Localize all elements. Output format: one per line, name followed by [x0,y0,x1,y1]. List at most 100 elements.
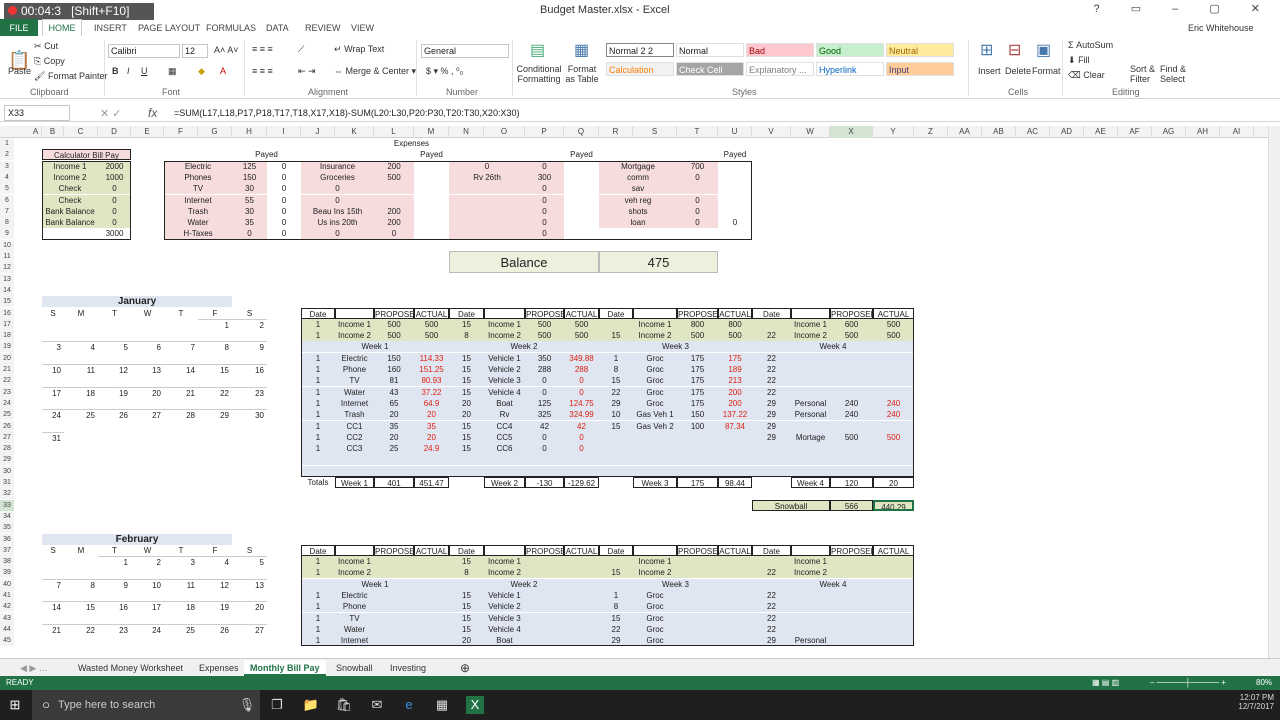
column-header[interactable]: J [301,126,335,138]
calendar-date[interactable]: 4 [198,556,232,567]
week-total-label[interactable]: Week 3 [633,477,677,488]
column-header[interactable]: T [677,126,718,138]
cell-style-option[interactable]: Good [816,43,884,57]
paste-button[interactable]: Paste [8,66,31,76]
payed-label[interactable]: Payed [232,149,301,160]
calendar-date[interactable] [42,556,64,567]
tab-insert[interactable]: INSERT [94,23,127,33]
row-header[interactable]: 19 [0,341,14,353]
calendar-date[interactable]: 25 [164,623,198,635]
tab-file[interactable]: FILE [0,19,38,37]
tab-view[interactable]: VIEW [351,23,374,33]
row-header[interactable]: 22 [0,375,14,387]
column-header[interactable]: Y [873,126,914,138]
calendar-date[interactable]: 12 [198,578,232,590]
calendar-date[interactable]: 11 [164,578,198,590]
format-button[interactable]: Format [1032,66,1061,76]
calendar-date[interactable] [131,319,164,330]
calendar-date[interactable]: 16 [98,601,131,612]
cell-style-option[interactable]: Check Cell [676,62,744,76]
format-cells-icon[interactable]: ▣ [1036,40,1051,60]
column-header[interactable]: AI [1220,126,1254,138]
column-header[interactable]: W [791,126,830,138]
clear-button[interactable]: ⌫ Clear [1068,70,1105,81]
column-header[interactable]: C [64,126,98,138]
file-explorer-icon[interactable]: 📁 [302,696,320,714]
calendar-date[interactable]: 7 [164,341,198,352]
conditional-formatting-button[interactable]: Conditional Formatting [516,64,562,84]
column-header[interactable]: X [830,126,873,138]
row-header[interactable]: 30 [0,465,14,477]
calendar-date[interactable]: 23 [98,623,131,635]
calendar-date[interactable]: 15 [198,364,232,375]
column-header[interactable]: AG [1152,126,1186,138]
fill-button[interactable]: ⬇ Fill [1068,55,1090,66]
find-select-button[interactable]: Find & Select [1160,64,1190,84]
column-header[interactable]: AB [982,126,1016,138]
column-header[interactable]: M [414,126,449,138]
bold-button[interactable]: B [112,66,119,76]
column-header[interactable]: Z [914,126,948,138]
row-header[interactable]: 31 [0,477,14,488]
row-header[interactable]: 29 [0,454,14,466]
insert-button[interactable]: Insert [978,66,1001,76]
insert-function-icon[interactable]: fx [148,106,157,120]
totals-label[interactable]: Totals [301,477,335,488]
calendar-date[interactable]: 30 [232,409,267,420]
calendar-date[interactable]: 8 [64,578,98,590]
calendar-date[interactable]: 15 [64,601,98,612]
calendar-date[interactable]: 14 [164,364,198,375]
wrap-text-button[interactable]: ↵ Wrap Text [334,44,384,55]
calendar-date[interactable] [98,319,131,330]
cut-button[interactable]: ✂ Cut [34,41,58,52]
italic-button[interactable]: I [127,66,130,76]
column-header[interactable]: O [484,126,525,138]
column-header[interactable]: AE [1084,126,1118,138]
tab-home[interactable]: HOME [42,19,82,37]
worksheet-grid[interactable]: A B C D E F G H I J K L M N O P Q R S T U V W X Y Z AA AB AC AD AE AF AG… [0,126,1268,658]
underline-button[interactable]: U [141,66,148,76]
format-painter-button[interactable]: 🖌 Format Painter [34,71,107,82]
row-header[interactable]: 25 [0,409,14,421]
calc-title[interactable]: Calculator Bill Pay [42,149,131,161]
row-header[interactable]: 17 [0,318,14,330]
column-header[interactable]: H [232,126,267,138]
row-header[interactable]: 36 [0,533,14,545]
align-left-icon[interactable]: ≡ ≡ ≡ [252,66,273,76]
calendar-date[interactable]: 10 [131,578,164,590]
excel-icon[interactable]: X [466,696,484,714]
week-total-actual[interactable]: 98.44 [718,477,752,488]
tab-data[interactable]: DATA [266,23,289,33]
calendar-day-header[interactable]: T [98,545,131,556]
sheet-tab[interactable]: Investing [384,660,432,676]
row-header[interactable]: 28 [0,443,14,455]
sheet-tab[interactable]: Expenses [193,660,245,676]
calendar-date[interactable] [64,319,98,330]
tab-review[interactable]: REVIEW [305,23,341,33]
sort-filter-button[interactable]: Sort & Filter [1130,64,1160,84]
edge-icon[interactable]: e [400,696,418,714]
add-sheet-icon[interactable]: ⊕ [454,660,476,676]
calendar-date[interactable] [42,319,64,330]
calendar-date[interactable]: 4 [64,341,98,352]
calendar-day-header[interactable]: T [164,545,198,556]
calendar-date[interactable]: 24 [42,409,64,420]
tab-page-layout[interactable]: PAGE LAYOUT [138,23,200,33]
week-total-actual[interactable]: 451.47 [414,477,449,488]
snowball-label[interactable]: Snowball [752,499,830,511]
calendar-date[interactable] [164,432,198,443]
column-header[interactable]: I [267,126,301,138]
calendar-title[interactable]: February [42,533,232,545]
column-header[interactable]: S [633,126,677,138]
column-header[interactable]: Q [564,126,599,138]
calendar-date[interactable]: 19 [198,601,232,612]
calendar-title[interactable]: January [42,296,232,308]
calendar-date[interactable]: 17 [131,601,164,612]
calendar-date[interactable]: 3 [42,341,64,352]
row-header[interactable]: 13 [0,273,14,285]
cancel-icon[interactable]: ✕ ✓ [100,107,122,120]
calendar-date[interactable] [131,432,164,443]
vertical-scrollbar[interactable] [1268,126,1280,658]
column-header[interactable]: AC [1016,126,1050,138]
calendar-date[interactable]: 1 [198,318,232,330]
